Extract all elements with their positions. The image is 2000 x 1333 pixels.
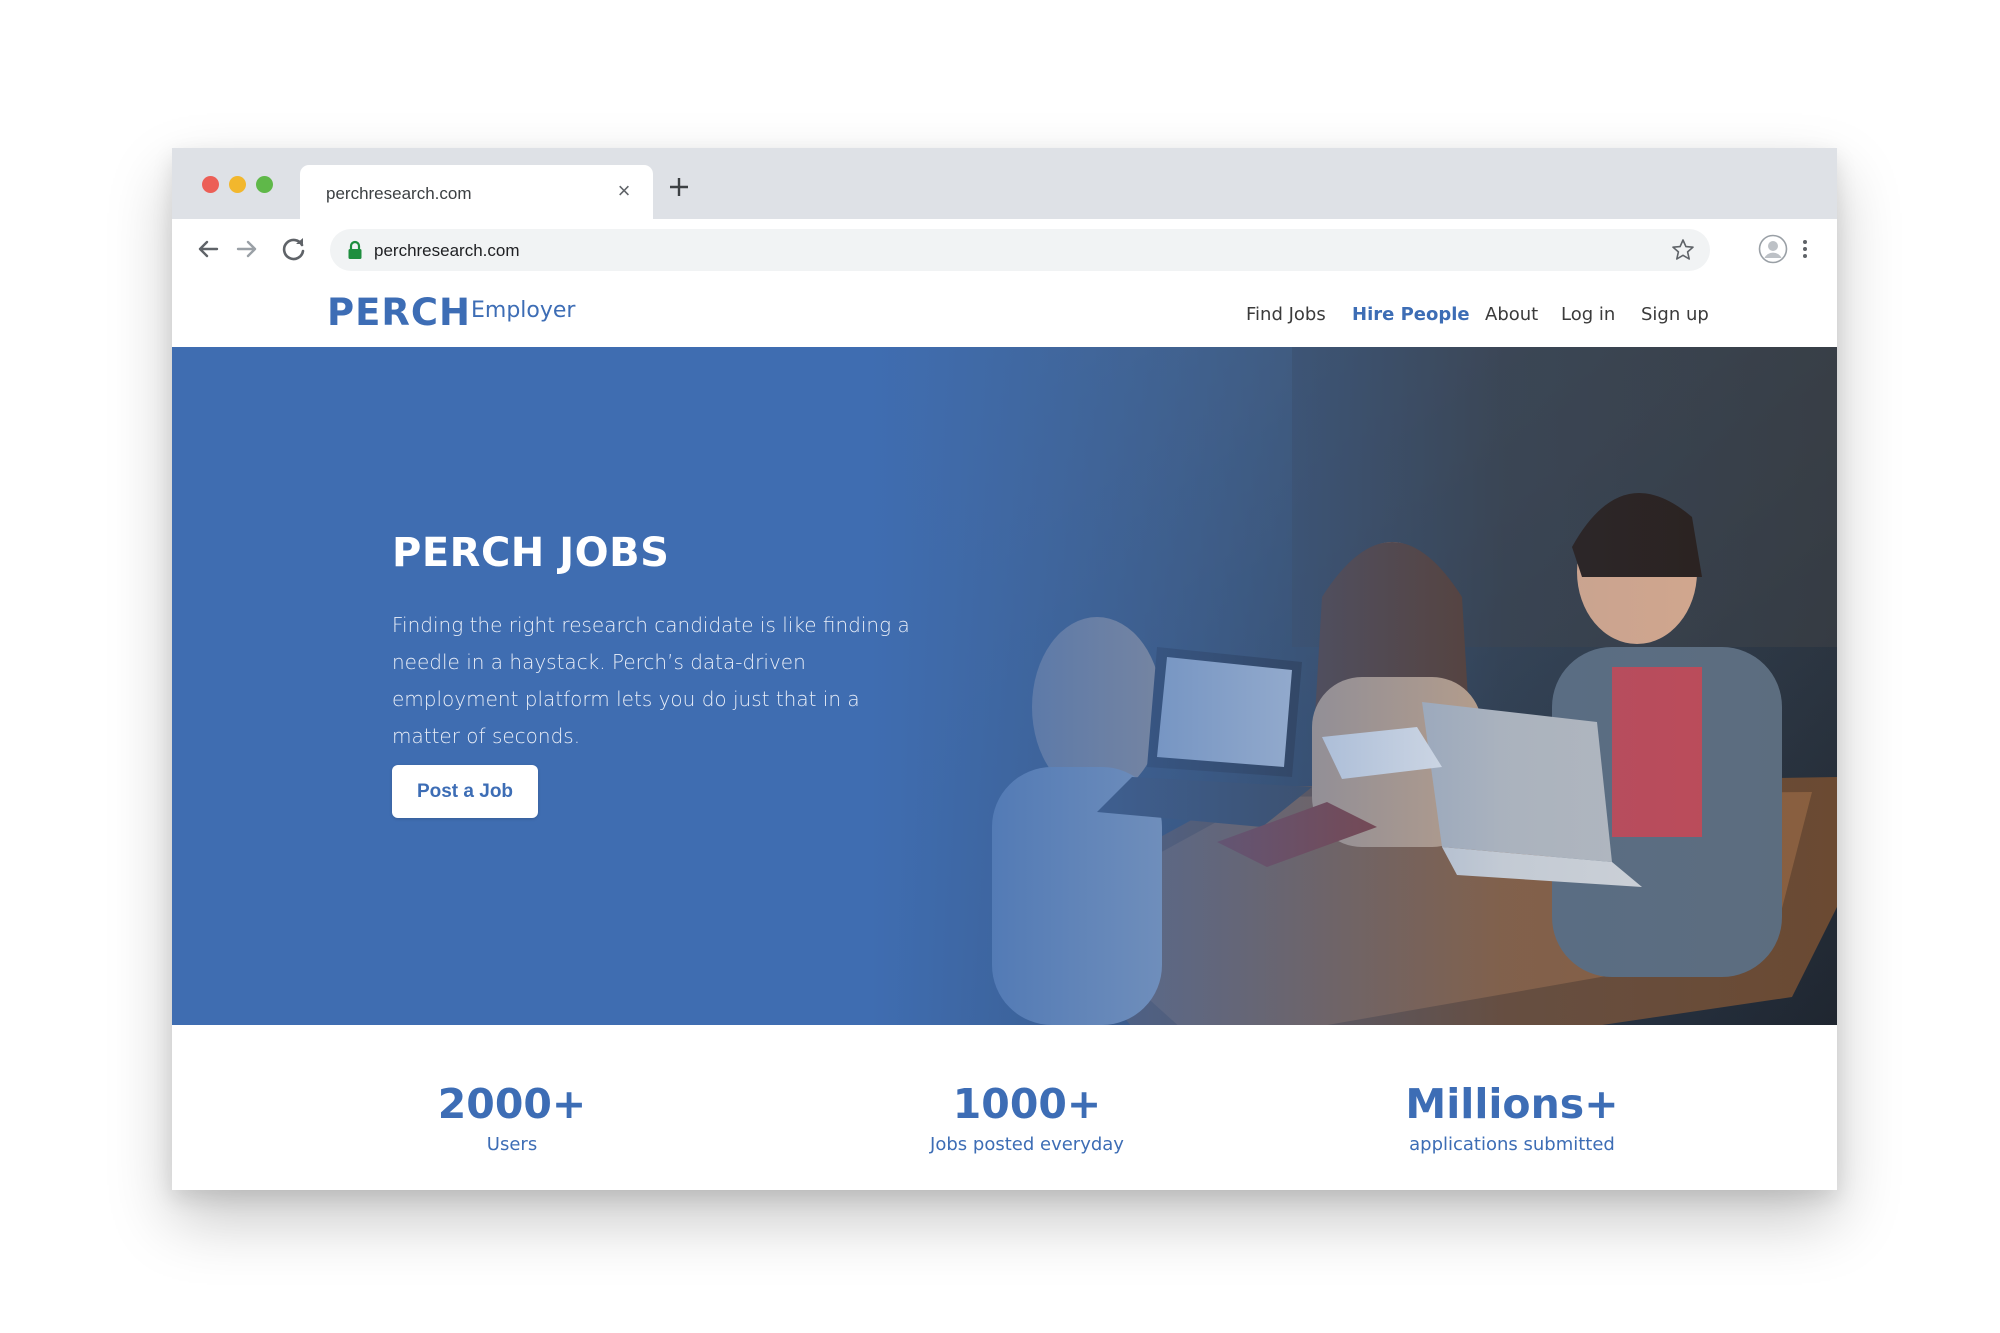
hero-section: PERCH JOBS Finding the right research ca… (172, 347, 1837, 1025)
plus-icon[interactable] (665, 173, 693, 201)
address-bar[interactable]: perchresearch.com (330, 229, 1710, 271)
logo-subtitle: Employer (471, 298, 576, 323)
stat-label: applications submitted (1409, 1134, 1615, 1155)
forward-arrow-icon[interactable] (233, 235, 261, 263)
close-window-dot[interactable] (202, 176, 219, 193)
nav-find-jobs[interactable]: Find Jobs (1246, 304, 1326, 325)
reload-icon[interactable] (280, 235, 308, 263)
stat-value: Millions+ (1405, 1080, 1619, 1128)
stat-value: 2000+ (437, 1080, 587, 1128)
nav-sign-up[interactable]: Sign up (1641, 304, 1709, 325)
maximize-window-dot[interactable] (256, 176, 273, 193)
back-arrow-icon[interactable] (194, 235, 222, 263)
stat-label: Jobs posted everyday (930, 1134, 1124, 1155)
browser-toolbar: perchresearch.com (172, 219, 1837, 279)
hero-description: Finding the right research candidate is … (392, 613, 910, 748)
stat-value: 1000+ (952, 1080, 1102, 1128)
lock-icon (348, 240, 362, 259)
stat-users: 2000+ Users (352, 1080, 672, 1155)
nav-log-in[interactable]: Log in (1561, 304, 1615, 325)
browser-tab[interactable]: perchresearch.com × (300, 165, 653, 219)
profile-icon[interactable] (1758, 234, 1788, 264)
stat-applications: Millions+ applications submitted (1352, 1080, 1672, 1155)
nav-about[interactable]: About (1485, 304, 1538, 325)
post-a-job-button[interactable]: Post a Job (392, 765, 538, 818)
tab-strip: perchresearch.com × (172, 148, 1837, 219)
stat-jobs: 1000+ Jobs posted everyday (867, 1080, 1187, 1155)
site-logo[interactable]: PERCH (327, 291, 471, 334)
nav-hire-people[interactable]: Hire People (1352, 304, 1470, 325)
site-header: PERCH Employer Find Jobs Hire People Abo… (172, 279, 1837, 347)
hero-title: PERCH JOBS (392, 530, 670, 576)
stat-label: Users (486, 1134, 538, 1155)
stats-section: 2000+ Users 1000+ Jobs posted everyday M… (172, 1025, 1837, 1190)
kebab-menu-icon[interactable] (1801, 234, 1809, 264)
close-icon[interactable]: × (613, 178, 635, 204)
tab-title: perchresearch.com (326, 184, 472, 203)
star-icon[interactable] (1670, 237, 1696, 263)
browser-window: perchresearch.com × perchresearch.com PE… (172, 148, 1837, 1190)
address-url[interactable]: perchresearch.com (374, 241, 520, 261)
minimize-window-dot[interactable] (229, 176, 246, 193)
